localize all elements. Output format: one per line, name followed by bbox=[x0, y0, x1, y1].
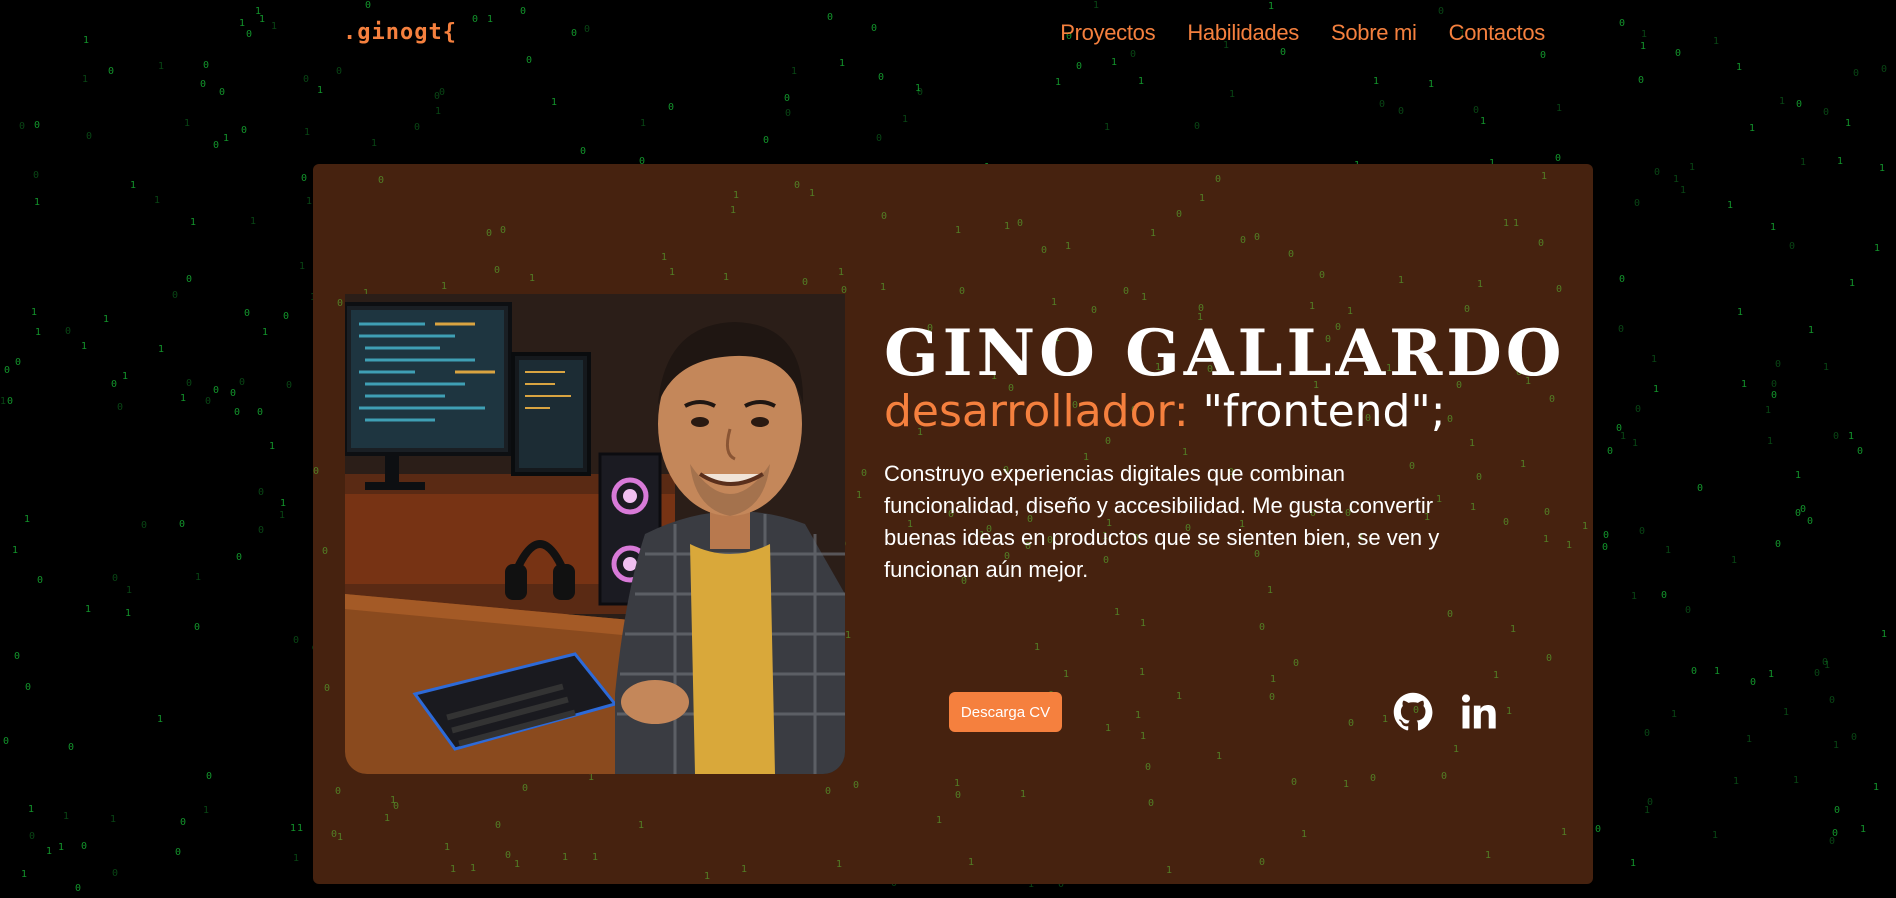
site-logo[interactable]: .ginogt{ bbox=[343, 20, 457, 45]
nav-link-habilidades[interactable]: Habilidades bbox=[1187, 20, 1299, 46]
github-icon[interactable] bbox=[1391, 690, 1435, 734]
hero-card: 1101111010010110011111100011010100110001… bbox=[313, 164, 1593, 884]
nav-link-sobre-mi[interactable]: Sobre mi bbox=[1331, 20, 1417, 46]
hero-name: GINO GALLARDO bbox=[884, 316, 1566, 391]
linkedin-icon[interactable] bbox=[1457, 690, 1501, 734]
developer-portrait bbox=[345, 294, 845, 774]
hero-bio: Construyo experiencias digitales que com… bbox=[884, 461, 1440, 582]
role-keyword: desarrollador: bbox=[884, 386, 1189, 437]
social-links bbox=[1391, 690, 1501, 734]
nav-link-proyectos[interactable]: Proyectos bbox=[1060, 20, 1155, 46]
role-value: "frontend"; bbox=[1202, 386, 1446, 437]
download-cv-button[interactable]: Descarga CV bbox=[949, 692, 1062, 732]
nav-links: Proyectos Habilidades Sobre mi Contactos bbox=[1060, 20, 1545, 46]
page: 1110000101001110110111001000010001001111… bbox=[0, 0, 1896, 898]
hero-role: desarrollador: "frontend"; bbox=[884, 386, 1446, 437]
nav-link-contactos[interactable]: Contactos bbox=[1449, 20, 1546, 46]
top-nav: .ginogt{ Proyectos Habilidades Sobre mi … bbox=[0, 0, 1896, 70]
